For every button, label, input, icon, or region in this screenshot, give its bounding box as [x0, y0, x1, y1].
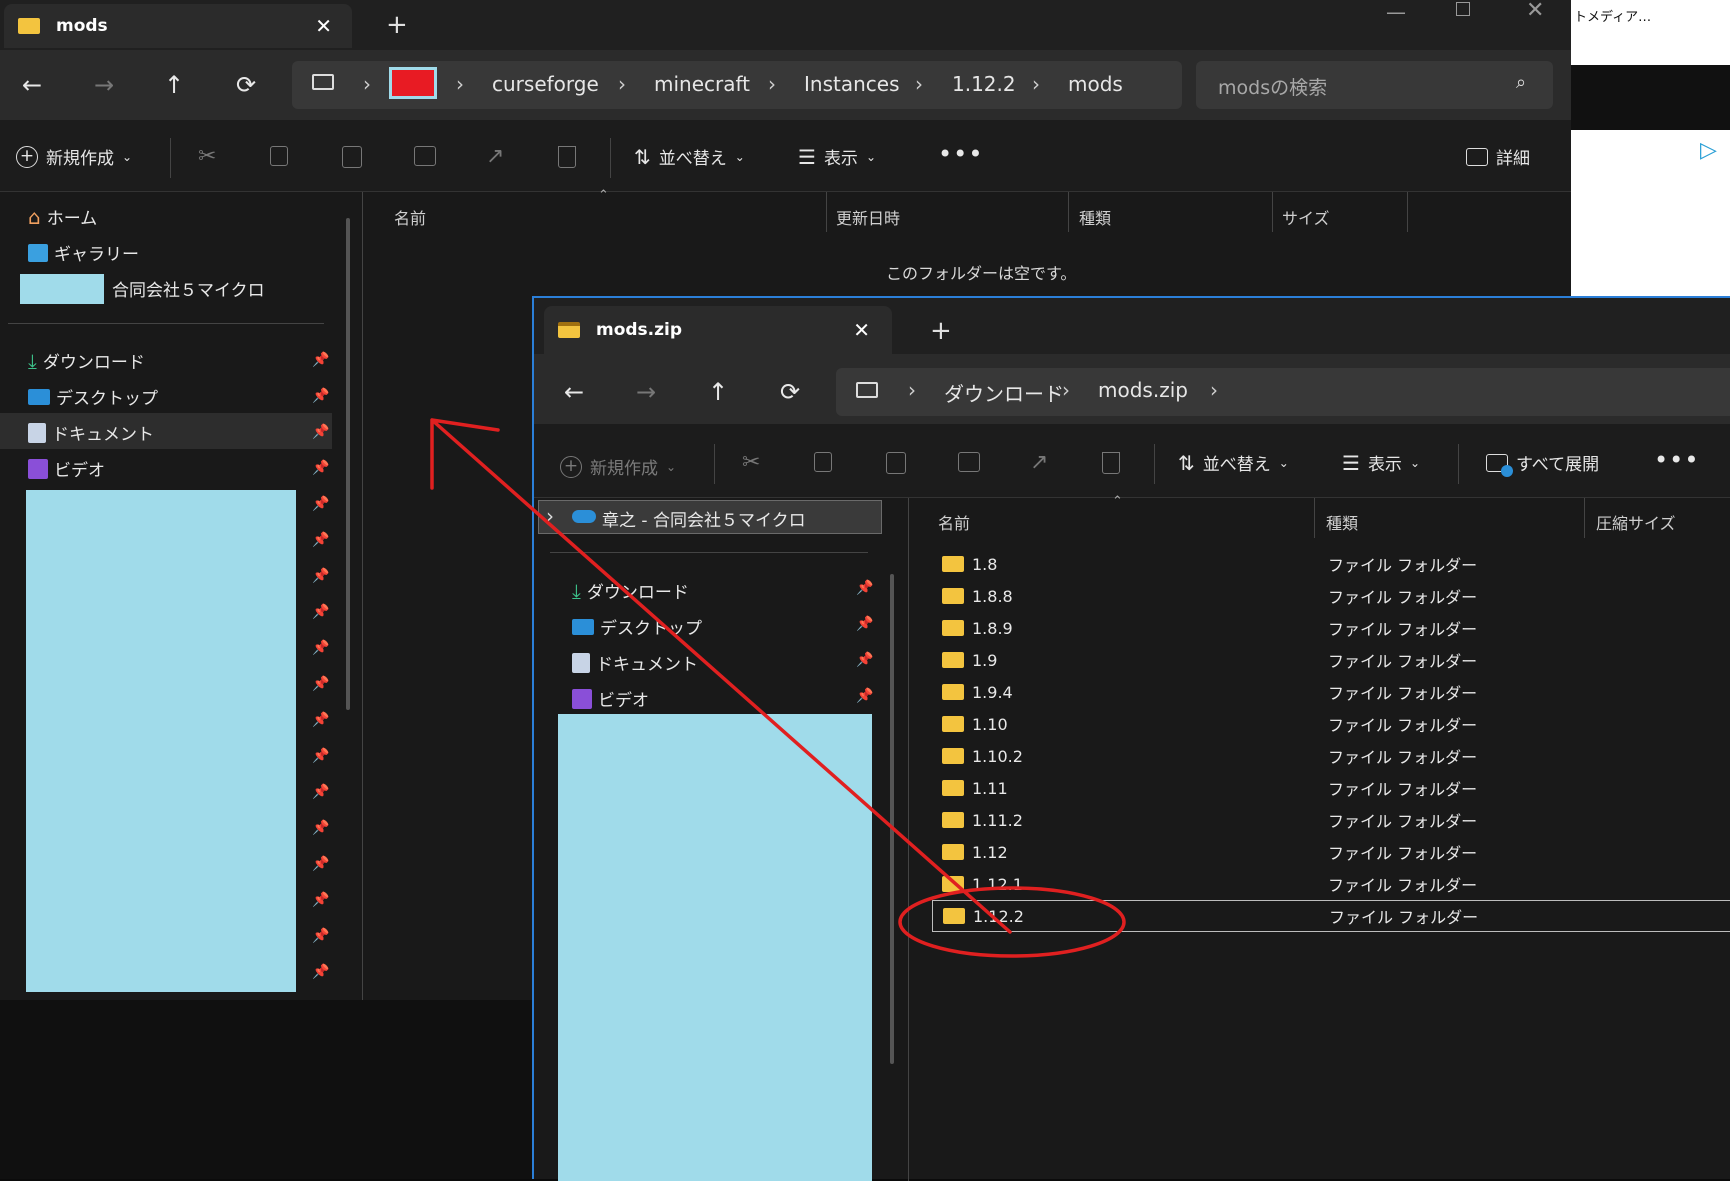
annotation-circle: [898, 886, 1126, 958]
annotation-overlay: [430, 418, 1126, 958]
annotation-arrow: [430, 418, 1012, 934]
